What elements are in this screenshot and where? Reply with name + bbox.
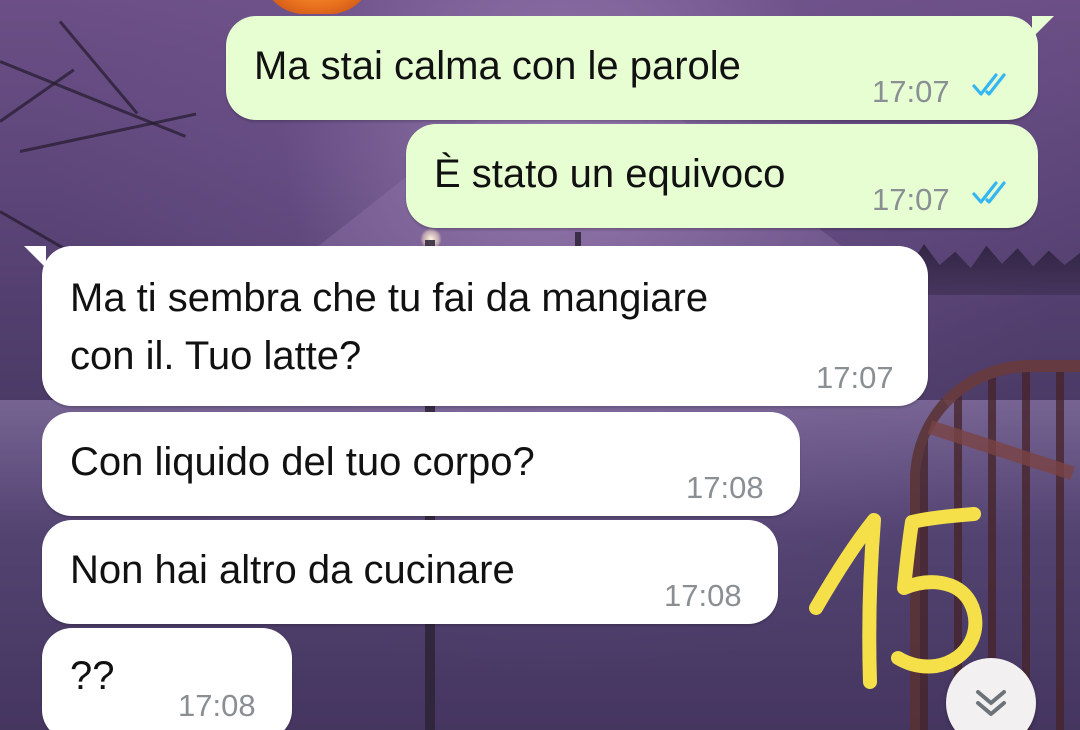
message-bubble-outgoing[interactable]: Ma stai calma con le parole 17:07 (226, 16, 1054, 120)
message-bubble-incoming[interactable]: Non hai altro da cucinare 17:08 (42, 520, 778, 624)
message-text: È stato un equivoco (434, 152, 786, 196)
message-text-line: con il. Tuo latte? (70, 334, 362, 378)
message-text: Con liquido del tuo corpo? (70, 440, 535, 484)
double-check-icon (972, 181, 1006, 204)
bubble-tail (24, 246, 46, 268)
message-timestamp: 17:08 (664, 578, 742, 613)
wallpaper-sun (262, 0, 372, 14)
double-check-icon (972, 73, 1006, 96)
message-bubble-incoming[interactable]: Con liquido del tuo corpo? 17:08 (42, 412, 800, 516)
message-timestamp: 17:07 (872, 74, 950, 109)
message-timestamp: 17:08 (686, 470, 764, 505)
message-text: Ma stai calma con le parole (254, 44, 741, 88)
message-text-line: Ma ti sembra che tu fai da mangiare (70, 276, 709, 320)
bubble-tail (1032, 16, 1054, 38)
message-bubble-incoming[interactable]: Ma ti sembra che tu fai da mangiare con … (24, 246, 928, 406)
message-timestamp: 17:07 (872, 182, 950, 217)
message-text: Non hai altro da cucinare (70, 548, 515, 592)
wallpaper-branch (19, 112, 197, 153)
chevrons-down-icon (976, 690, 1006, 716)
message-timestamp: 17:07 (816, 360, 894, 395)
message-bubble-incoming[interactable]: ?? 17:08 (42, 628, 292, 730)
message-timestamp: 17:08 (178, 688, 256, 723)
message-bubble-outgoing[interactable]: È stato un equivoco 17:07 (406, 124, 1038, 228)
message-text: ?? (70, 654, 115, 698)
